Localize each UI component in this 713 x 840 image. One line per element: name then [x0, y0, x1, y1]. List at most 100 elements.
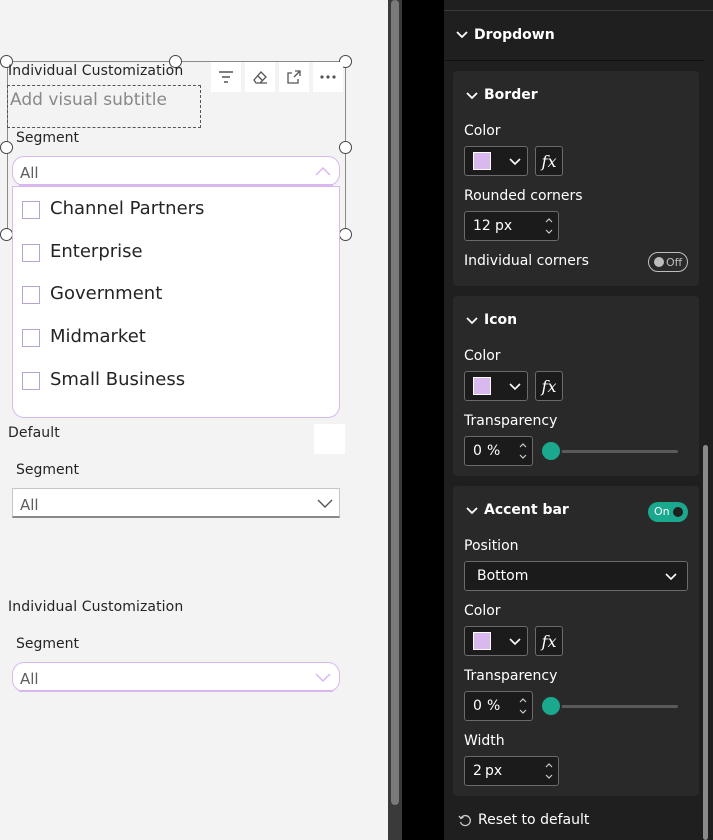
color-picker-button[interactable] [464, 626, 528, 656]
card-title: Border [484, 87, 538, 103]
pane-top-divider [444, 10, 713, 11]
card-header-icon[interactable]: Icon [462, 309, 692, 333]
resize-handle-middle-right[interactable] [339, 141, 352, 154]
conditional-formatting-button[interactable]: fx [535, 626, 563, 656]
dropdown-list-item[interactable]: Enterprise [22, 241, 322, 267]
width-input[interactable]: 2 px [464, 756, 559, 786]
item-label: Enterprise [50, 241, 143, 262]
position-selected-value: Bottom [477, 568, 529, 584]
filter-icon [219, 71, 233, 83]
transparency-input[interactable]: 0 % [464, 436, 533, 466]
transparency-slider-thumb[interactable] [540, 440, 562, 462]
individual-corners-toggle[interactable]: Off [648, 252, 688, 272]
checkbox[interactable] [22, 329, 40, 347]
transparency-slider-track[interactable] [548, 450, 678, 453]
fx-icon: fx [541, 376, 557, 396]
item-label: Government [50, 283, 163, 304]
color-label: Color [464, 603, 501, 619]
rounded-corners-input[interactable]: 12 px [464, 211, 559, 241]
slicer-selected-value: All [20, 496, 39, 514]
slicer-header-label: Segment [16, 130, 79, 146]
accent-bar-toggle[interactable]: On [648, 502, 688, 522]
slicer-selected-value: All [20, 164, 39, 182]
spinner-arrows-icon[interactable] [544, 214, 554, 238]
rounded-corners-label: Rounded corners [464, 188, 583, 204]
slicer-dropdown-input[interactable]: All [12, 156, 340, 186]
section-header-dropdown[interactable]: Dropdown [444, 22, 704, 52]
transparency-unit: % [487, 698, 501, 714]
eraser-icon [253, 71, 267, 84]
item-label: Channel Partners [50, 198, 205, 219]
reset-to-default-button[interactable]: Reset to default [456, 810, 616, 832]
chevron-down-icon [509, 158, 521, 166]
subtitle-placeholder[interactable]: Add visual subtitle [7, 85, 201, 128]
position-label: Position [464, 538, 519, 554]
report-canvas: Individual Customization Add visual subt… [0, 0, 388, 840]
card-header-accent-bar[interactable]: Accent bar [462, 499, 622, 523]
chevron-down-icon [315, 673, 331, 683]
filter-button[interactable] [211, 62, 241, 92]
card-header-border[interactable]: Border [462, 84, 692, 108]
color-swatch [473, 377, 491, 395]
width-value: 2 [473, 763, 482, 779]
accent-bar [19, 690, 333, 692]
transparency-input[interactable]: 0 % [464, 691, 533, 721]
chevron-up-icon [315, 166, 331, 176]
toggle-knob [654, 257, 664, 267]
resize-handle-bottom-right[interactable] [339, 228, 352, 241]
chevron-down-icon [466, 317, 478, 325]
item-label: Small Business [50, 369, 186, 390]
color-swatch [473, 152, 491, 170]
toggle-state: Off [666, 256, 683, 269]
section-title: Dropdown [474, 27, 555, 43]
conditional-formatting-button[interactable]: fx [535, 371, 563, 401]
spinner-arrows-icon[interactable] [544, 759, 554, 783]
toggle-knob [673, 507, 683, 517]
dropdown-list-item[interactable]: Channel Partners [22, 198, 322, 224]
conditional-formatting-button[interactable]: fx [535, 146, 563, 176]
rounded-corners-value: 12 [473, 218, 491, 234]
resize-handle-middle-left[interactable] [0, 141, 13, 154]
empty-placeholder-box [314, 424, 345, 454]
dropdown-list-item[interactable]: Midmarket [22, 326, 322, 352]
checkbox[interactable] [22, 286, 40, 304]
transparency-slider-track[interactable] [548, 705, 678, 708]
canvas-scrollbar-thumb[interactable] [391, 0, 399, 805]
color-picker-button[interactable] [464, 371, 528, 401]
dropdown-list-item[interactable]: Government [22, 283, 322, 309]
chevron-down-icon [456, 31, 468, 39]
chevron-down-icon [466, 92, 478, 100]
spinner-arrows-icon[interactable] [518, 694, 528, 718]
checkbox[interactable] [22, 372, 40, 390]
slicer-header-label: Segment [16, 462, 79, 478]
transparency-value: 0 [473, 443, 482, 459]
spinner-arrows-icon[interactable] [518, 439, 528, 463]
color-swatch [473, 632, 491, 650]
item-label: Midmarket [50, 326, 146, 347]
more-options-button[interactable] [313, 62, 343, 92]
fx-icon: fx [541, 151, 557, 171]
chevron-down-icon [509, 383, 521, 391]
slicer-dropdown-input[interactable]: All [12, 662, 340, 692]
color-picker-button[interactable] [464, 146, 528, 176]
transparency-label: Transparency [464, 668, 558, 684]
card-title: Icon [484, 312, 518, 328]
checkbox[interactable] [22, 201, 40, 219]
toggle-state: On [654, 505, 670, 518]
checkbox[interactable] [22, 244, 40, 262]
more-options-icon [320, 75, 336, 79]
pane-scrollbar-thumb[interactable] [703, 445, 708, 840]
clear-selections-button[interactable] [245, 62, 275, 92]
reset-label: Reset to default [478, 812, 590, 828]
chevron-down-icon [317, 499, 333, 508]
position-select[interactable]: Bottom [464, 561, 688, 591]
color-label: Color [464, 348, 501, 364]
focus-mode-button[interactable] [279, 62, 309, 92]
dropdown-list-item[interactable]: Small Business [22, 369, 322, 395]
visual-title: Default [8, 425, 60, 441]
transparency-slider-thumb[interactable] [540, 695, 562, 717]
slicer-dropdown-input[interactable]: All [12, 488, 340, 518]
pane-gutter [402, 0, 444, 840]
width-label: Width [464, 733, 505, 749]
visual-title: Individual Customization [8, 63, 184, 79]
